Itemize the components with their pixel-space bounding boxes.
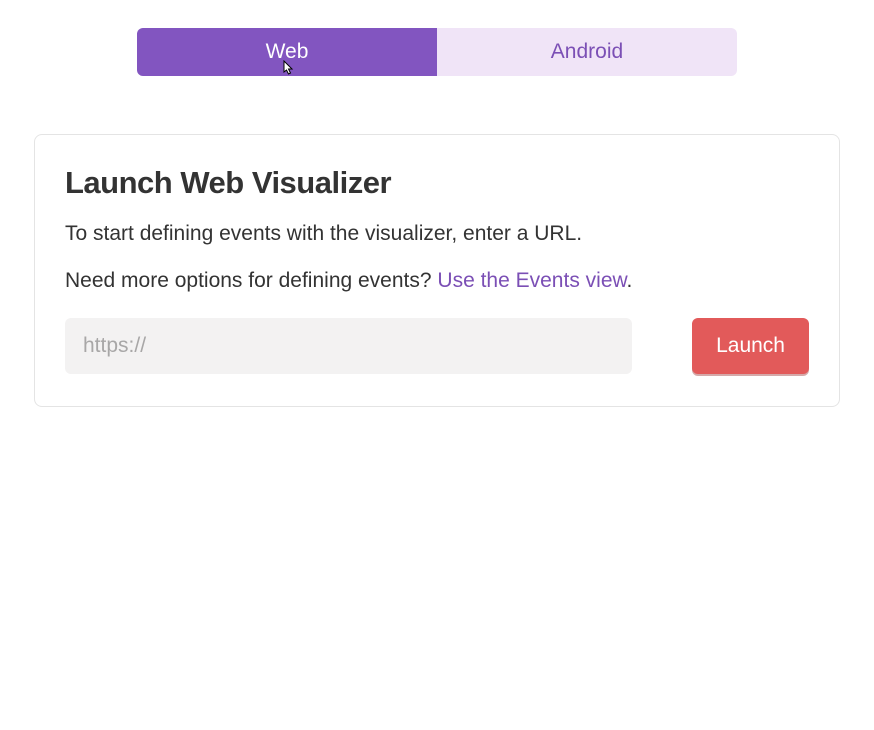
url-input[interactable] — [65, 318, 632, 374]
tab-android-label: Android — [551, 40, 623, 63]
tab-android[interactable]: Android — [437, 28, 737, 76]
input-row: Launch — [65, 318, 809, 374]
launch-button[interactable]: Launch — [692, 318, 809, 374]
launch-card: Launch Web Visualizer To start defining … — [34, 134, 840, 407]
card-prompt: Need more options for defining events? U… — [65, 266, 809, 295]
prompt-suffix: . — [627, 269, 633, 292]
card-title: Launch Web Visualizer — [65, 165, 809, 201]
tab-web[interactable]: Web — [137, 28, 437, 76]
prompt-prefix: Need more options for defining events? — [65, 269, 437, 292]
platform-tabs: Web Android — [137, 28, 737, 76]
card-subtitle: To start defining events with the visual… — [65, 219, 809, 248]
tab-web-label: Web — [266, 40, 309, 63]
launch-button-label: Launch — [716, 334, 785, 357]
events-view-link[interactable]: Use the Events view — [437, 269, 626, 292]
